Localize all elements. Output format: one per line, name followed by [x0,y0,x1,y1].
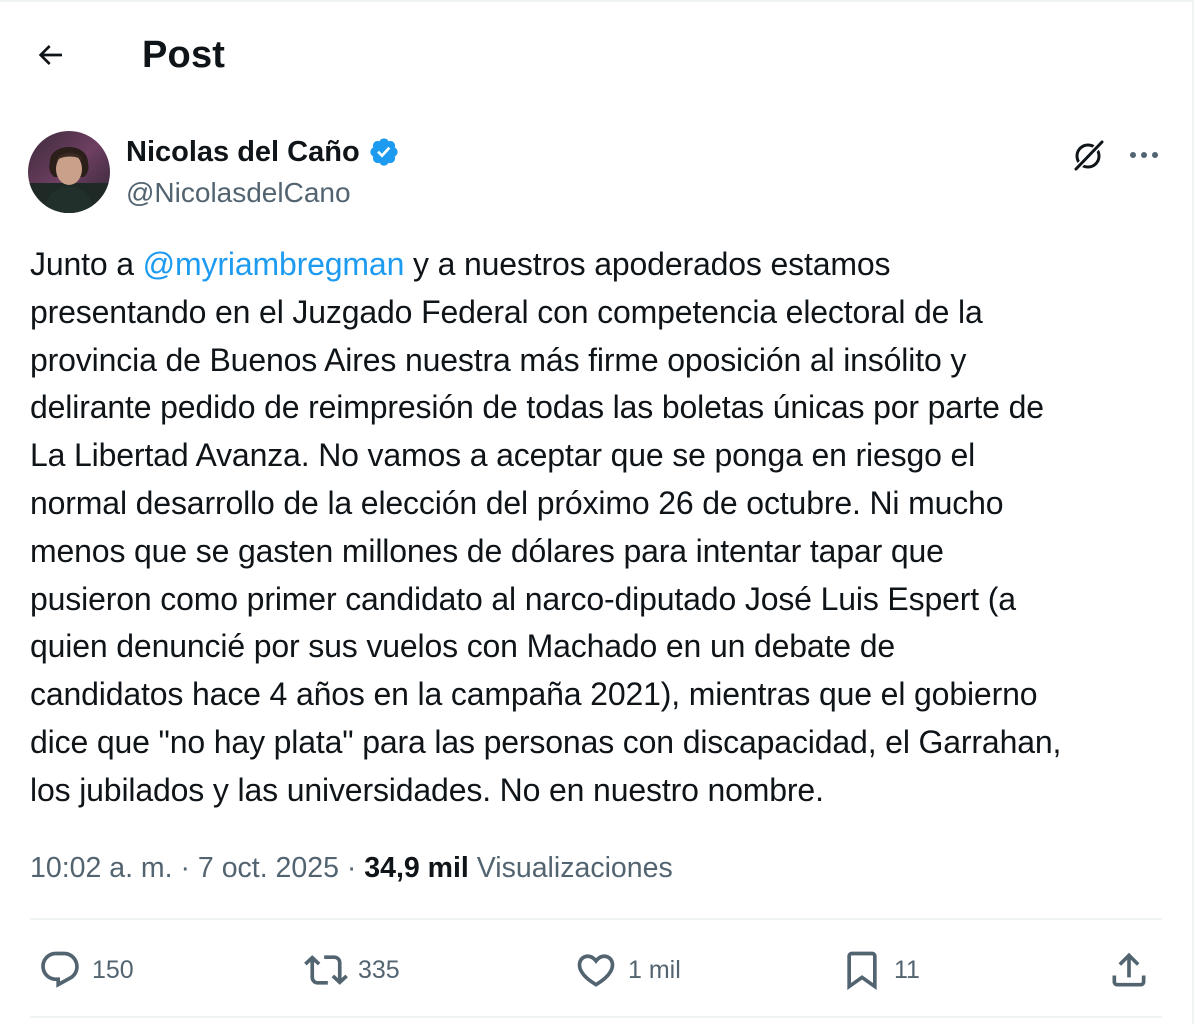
repost-count: 335 [358,955,400,984]
meta-separator: · [172,852,198,884]
post-time[interactable]: 10:02 a. m. [30,852,173,884]
meta-separator-2: · [338,852,365,884]
bookmark-button[interactable]: 11 [840,940,920,1000]
more-icon [1130,152,1158,158]
repost-icon [304,955,348,985]
like-button[interactable]: 1 mil [574,940,681,1000]
views-label: Visualizaciones [476,852,673,884]
bookmark-icon [847,951,877,991]
grok-button[interactable] [1068,134,1110,176]
author-name[interactable]: Nicolas del Caño [126,133,360,171]
post-text-start: Junto a [30,246,143,282]
more-button[interactable] [1122,134,1166,176]
mention-link[interactable]: @myriambregman [143,246,405,282]
bookmark-count: 11 [894,955,920,984]
views-count: 34,9 mil [364,852,469,884]
back-button[interactable] [22,33,78,77]
like-count: 1 mil [628,955,681,984]
arrow-left-icon [38,45,62,65]
reply-count: 150 [92,955,134,984]
page-title: Post [142,34,226,76]
post-header: Post [0,0,1192,110]
like-icon [577,954,615,987]
post-date[interactable]: 7 oct. 2025 [198,852,339,884]
repost-button[interactable]: 335 [304,940,400,1000]
author-name-row[interactable]: Nicolas del Caño [126,133,400,171]
reply-icon [41,951,79,988]
divider-bottom [30,1016,1162,1018]
post-text: Junto a @myriambregman y a nuestros apod… [30,241,1170,815]
verified-badge-icon [370,138,398,166]
author-handle[interactable]: @NicolasdelCano [126,174,351,212]
action-bar: 150 335 1 mil 11 [0,940,1192,1000]
share-button[interactable] [1107,940,1151,1000]
post-meta: 10:02 a. m. · 7 oct. 2025 · 34,9 mil Vis… [30,848,673,888]
avatar[interactable] [28,131,110,213]
divider-top [30,918,1162,920]
reply-button[interactable]: 150 [38,940,134,1000]
post-text-rest: y a nuestros apoderados estamos presenta… [30,246,1062,808]
grok-icon [1074,139,1105,171]
avatar-image [28,131,110,213]
share-icon [1112,952,1146,987]
